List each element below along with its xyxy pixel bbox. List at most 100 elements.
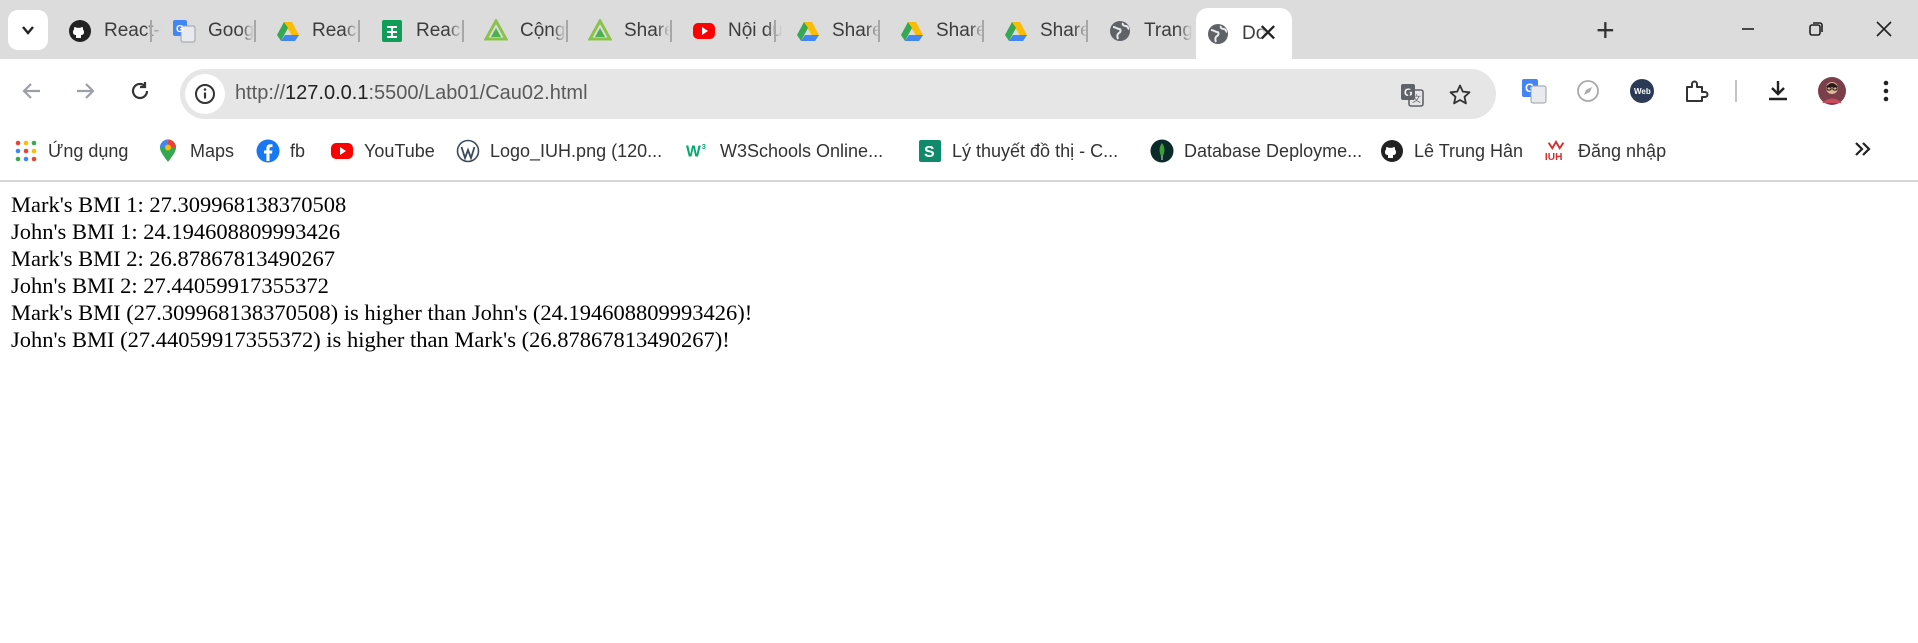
john-bmi-2-line: John's BMI 2: 27.44059917355372 [11,273,329,298]
back-arrow-icon [22,83,40,99]
double-chevron-right-icon [1855,142,1871,156]
tab-search-button[interactable] [8,10,48,50]
comparison-1-line: Mark's BMI (27.309968138370508) is highe… [11,300,753,325]
bookmark-label: Lý thuyết đồ thị - C... [952,140,1119,161]
page-content: Mark's BMI 1: 27.309968138370508 John's … [11,191,752,353]
close-tab-icon[interactable]: ✕ [1258,19,1278,48]
tab-cong-d[interactable]: Cộng đ [474,11,566,51]
translate-page-button[interactable]: G文 [1396,79,1428,111]
restore-button[interactable] [1796,14,1836,44]
bookmark-dang-nhap[interactable]: IUH Đăng nhập [1544,137,1666,165]
reload-button[interactable] [123,74,157,108]
tab-strip: React-N G Google ReactN React_I Cộng đ S… [0,0,1918,59]
url-text[interactable]: http://127.0.0.1:5500/Lab01/Cau02.html [235,82,588,105]
globe-icon [1206,22,1230,46]
svg-text:文: 文 [1412,93,1421,104]
profile-avatar[interactable] [1816,75,1848,107]
mark-bmi-2-line: Mark's BMI 2: 26.87867813490267 [11,246,336,271]
tab-title: Sharec [1040,20,1088,41]
tab-title: Sharec [832,20,880,41]
tab-react-n[interactable]: React-N [58,11,162,51]
tab-sharec-2[interactable]: Sharec [786,11,880,51]
minimize-icon [1742,28,1754,30]
bookmark-label: Đăng nhập [1578,140,1667,161]
github-icon [68,19,92,43]
bookmark-fb[interactable]: fb [256,137,305,165]
avatar-icon [1818,77,1846,105]
new-tab-button[interactable]: + [1596,12,1615,48]
translate-icon: G文 [1401,84,1424,107]
compass-extension[interactable] [1572,75,1604,107]
tab-sharec-3[interactable]: Sharec [890,11,984,51]
forward-button[interactable] [68,74,102,108]
toolbar-divider [1735,80,1737,102]
tab-divider [878,20,880,42]
john-bmi-1-line: John's BMI 1: 24.194608809993426 [11,219,341,244]
wordpress-icon [456,139,480,163]
tab-divider [670,20,672,42]
bookmark-w3schools[interactable]: W3 W3Schools Online... [686,137,883,165]
compass-icon [1577,80,1599,102]
webcam-extension[interactable]: Web [1626,75,1658,107]
tab-divider [982,20,984,42]
close-window-button[interactable] [1864,14,1904,44]
google-drive-icon [1004,19,1028,43]
bookmark-label: Database Deployme... [1184,140,1363,161]
extensions-button[interactable] [1680,75,1712,107]
tab-title: Trang c [1144,20,1192,41]
browser-toolbar: http://127.0.0.1:5500/Lab01/Cau02.html G… [0,59,1918,121]
site-info-button[interactable] [185,74,225,114]
tab-google[interactable]: G Google [162,11,254,51]
mongodb-icon [1150,139,1174,163]
puzzle-icon [1686,80,1709,102]
svg-text:S: S [924,144,935,161]
url-host: 127.0.0.1 [285,82,369,104]
maps-pin-icon [156,139,180,163]
svg-text:Web: Web [1634,87,1651,96]
apps-grid-icon [14,139,38,163]
menu-button[interactable] [1870,75,1902,107]
tab-react-i[interactable]: React_I [370,11,462,51]
tab-divider [358,20,360,42]
google-translate-icon: G [1522,79,1547,104]
tab-title: ReactN [312,20,358,41]
google-translate-extension[interactable]: G [1518,75,1550,107]
bookmark-star-button[interactable] [1444,79,1476,111]
bookmark-maps[interactable]: Maps [156,137,234,165]
bookmark-ly-thuyet-do-thi[interactable]: S Lý thuyết đồ thị - C... [918,137,1118,165]
tab-title: React-N [104,20,162,41]
bookmark-database-deployment[interactable]: Database Deployme... [1150,137,1362,165]
bookmark-label: Ứng dụng [48,140,129,161]
tab-reactn[interactable]: ReactN [266,11,358,51]
tab-sharec-4[interactable]: Sharec [994,11,1088,51]
minimize-button[interactable] [1728,14,1768,44]
more-bookmarks-button[interactable] [1853,135,1873,166]
reload-icon [131,82,149,100]
tab-active-do[interactable]: Do ✕ [1196,8,1292,59]
globe-icon [1108,19,1132,43]
back-button[interactable] [15,74,49,108]
bookmark-label: Lê Trung Hân [1414,140,1524,161]
youtube-icon [330,139,354,163]
google-translate-icon: G [172,19,196,43]
address-bar[interactable]: http://127.0.0.1:5500/Lab01/Cau02.html G… [180,69,1496,119]
mark-bmi-1-line: Mark's BMI 1: 27.309968138370508 [11,192,347,217]
tab-sharec-1[interactable]: Sharec [578,11,670,51]
svg-text:IUH: IUH [1545,152,1562,163]
downloads-button[interactable] [1762,75,1794,107]
bookmark-apps[interactable]: Ứng dụng [14,137,128,165]
tab-trang-c[interactable]: Trang c [1098,11,1192,51]
tab-noi-dung[interactable]: Nội dun [682,11,782,51]
bookmark-le-trung-han[interactable]: Lê Trung Hân [1380,137,1523,165]
bookmark-logo-iuh[interactable]: Logo_IUH.png (120... [456,137,662,165]
google-drive-icon [796,19,820,43]
bookmark-label: W3Schools Online... [720,140,884,161]
chevron-down-icon [22,26,34,35]
web-extension-icon: Web [1630,79,1654,103]
bookmark-youtube[interactable]: YouTube [330,137,435,165]
sharecode-icon [484,19,508,43]
bookmark-label: Logo_IUH.png (120... [490,140,663,161]
svg-text:3: 3 [702,142,706,151]
tab-divider [254,20,256,42]
tab-title: Sharec [624,20,670,41]
